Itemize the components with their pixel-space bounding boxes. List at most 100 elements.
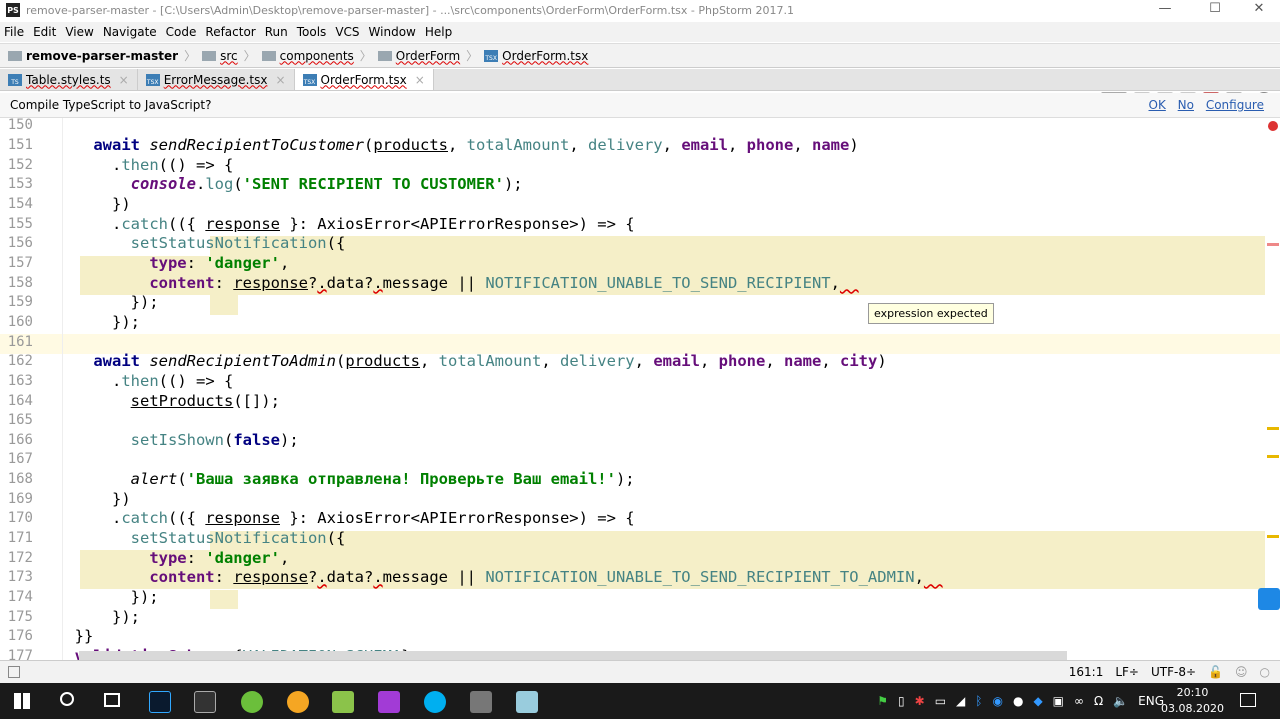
ok-link[interactable]: OK <box>1149 98 1166 112</box>
skype-icon[interactable] <box>424 691 446 713</box>
breadcrumb-project[interactable]: remove-parser-master <box>8 49 178 63</box>
app-icon[interactable] <box>516 691 538 713</box>
tool-windows-icon[interactable] <box>8 666 20 678</box>
menu-help[interactable]: Help <box>425 25 452 39</box>
battery-icon[interactable]: ▭ <box>935 694 946 708</box>
maximize-button[interactable]: ☐ <box>1192 0 1238 20</box>
configure-link[interactable]: Configure <box>1206 98 1264 112</box>
code-line[interactable]: 158 content: response?.data?.message || … <box>0 274 1265 294</box>
code-line[interactable]: 176 }} <box>0 627 1265 647</box>
code-line[interactable]: 160 }); <box>0 313 1265 333</box>
inspector-icon[interactable]: ☺ <box>1235 665 1248 679</box>
app-icon[interactable] <box>470 691 492 713</box>
file-encoding[interactable]: UTF-8÷ <box>1151 665 1196 679</box>
line-separator[interactable]: LF÷ <box>1115 665 1139 679</box>
photoshop-icon[interactable] <box>149 691 171 713</box>
code-line[interactable]: 156 setStatusNotification({ <box>0 234 1265 254</box>
close-button[interactable]: ✕ <box>1236 0 1280 20</box>
close-tab-icon[interactable]: × <box>119 73 129 87</box>
code-line[interactable]: 155 .catch(({ response }: AxiosError<API… <box>0 215 1265 235</box>
tab-order-form[interactable]: TSX OrderForm.tsx × <box>294 69 434 90</box>
code-line[interactable]: 175 }); <box>0 608 1265 628</box>
code-line[interactable]: 159 }); <box>0 293 1265 313</box>
windows-start-icon[interactable] <box>14 693 30 709</box>
link-icon[interactable]: ∞ <box>1074 694 1084 708</box>
code-line[interactable]: 153 console.log('SENT RECIPIENT TO CUSTO… <box>0 175 1265 195</box>
code-token: . <box>0 155 122 174</box>
bluetooth-icon[interactable]: ᛒ <box>975 694 982 708</box>
menu-view[interactable]: View <box>65 25 93 39</box>
code-line[interactable]: 150 <box>0 118 1265 136</box>
menu-refactor[interactable]: Refactor <box>205 25 255 39</box>
code-line[interactable]: 169 }) <box>0 490 1265 510</box>
code-line[interactable]: 174 }); <box>0 588 1265 608</box>
usb-icon[interactable]: ▯ <box>898 694 905 708</box>
code-token: }: AxiosError<APIErrorResponse>) => { <box>279 509 635 528</box>
code-token: , <box>279 253 290 272</box>
menu-window[interactable]: Window <box>369 25 416 39</box>
code-line[interactable]: 171 setStatusNotification({ <box>0 529 1265 549</box>
code-line[interactable]: 161 <box>0 333 1265 353</box>
volume-icon[interactable]: 🔈 <box>1113 694 1128 708</box>
terminal-icon[interactable] <box>194 691 216 713</box>
menu-navigate[interactable]: Navigate <box>103 25 157 39</box>
flag-icon[interactable]: ⚑ <box>877 694 888 708</box>
notifications-icon[interactable] <box>1240 693 1256 707</box>
error-stripe-mark[interactable] <box>1267 243 1279 246</box>
clover-icon[interactable] <box>241 691 263 713</box>
minimize-button[interactable]: — <box>1142 0 1188 20</box>
caret-position[interactable]: 161:1 <box>1069 665 1104 679</box>
teamviewer-tray-icon[interactable]: ◉ <box>992 694 1002 708</box>
menu-edit[interactable]: Edit <box>33 25 56 39</box>
wifi-icon[interactable]: ◢ <box>956 694 965 708</box>
clock[interactable]: 20:10 03.08.2020 <box>1161 685 1224 717</box>
lock-icon[interactable]: 🔓 <box>1208 665 1223 679</box>
close-tab-icon[interactable]: × <box>275 73 285 87</box>
menu-run[interactable]: Run <box>265 25 288 39</box>
event-log-icon[interactable]: ○ <box>1260 665 1270 679</box>
phpstorm-taskbar-icon[interactable] <box>378 691 400 713</box>
code-line[interactable]: 164 setProducts([]); <box>0 392 1265 412</box>
tray-app-icon[interactable]: ▣ <box>1053 694 1064 708</box>
breadcrumb-orderform[interactable]: OrderForm <box>377 49 460 63</box>
code-line[interactable]: 166 setIsShown(false); <box>0 431 1265 451</box>
headphones-icon[interactable]: Ω <box>1094 694 1103 708</box>
horizontal-scrollbar[interactable] <box>79 651 1067 660</box>
error-indicator-icon[interactable] <box>1268 121 1278 131</box>
menu-tools[interactable]: Tools <box>297 25 327 39</box>
menu-file[interactable]: File <box>4 25 24 39</box>
tab-table-styles[interactable]: TS Table.styles.ts × <box>0 69 138 90</box>
close-tab-icon[interactable]: × <box>415 73 425 87</box>
warning-stripe-mark[interactable] <box>1267 535 1279 538</box>
code-line[interactable]: 163 .then(() => { <box>0 372 1265 392</box>
tab-error-message[interactable]: TSX ErrorMessage.tsx × <box>138 69 295 90</box>
teamviewer-icon[interactable] <box>1258 588 1280 610</box>
tray-app-icon[interactable]: ● <box>1013 694 1023 708</box>
code-line[interactable]: 165 <box>0 411 1265 431</box>
warning-stripe-mark[interactable] <box>1267 427 1279 430</box>
menu-vcs[interactable]: VCS <box>335 25 359 39</box>
code-line[interactable]: 152 .then(() => { <box>0 156 1265 176</box>
code-line[interactable]: 172 type: 'danger', <box>0 549 1265 569</box>
tray-app-icon[interactable]: ◆ <box>1033 694 1042 708</box>
code-line[interactable]: 168 alert('Ваша заявка отправлена! Прове… <box>0 470 1265 490</box>
code-line[interactable]: 151 await sendRecipientToCustomer(produc… <box>0 136 1265 156</box>
task-view-icon[interactable] <box>104 693 120 707</box>
breadcrumb-components[interactable]: components <box>261 49 354 63</box>
breadcrumb-file[interactable]: TSX OrderForm.tsx <box>484 49 588 63</box>
code-line[interactable]: 154 }) <box>0 195 1265 215</box>
code-line[interactable]: 173 content: response?.data?.message || … <box>0 568 1265 588</box>
tray-app-icon[interactable]: ✱ <box>915 694 925 708</box>
no-link[interactable]: No <box>1178 98 1194 112</box>
search-icon[interactable] <box>60 692 74 706</box>
code-line[interactable]: 162 await sendRecipientToAdmin(products,… <box>0 352 1265 372</box>
code-line[interactable]: 170 .catch(({ response }: AxiosError<API… <box>0 509 1265 529</box>
breadcrumb-src[interactable]: src <box>202 49 238 63</box>
warning-stripe-mark[interactable] <box>1267 455 1279 458</box>
menu-code[interactable]: Code <box>166 25 197 39</box>
code-line[interactable]: 167 <box>0 450 1265 470</box>
code-editor[interactable]: 150 151 await sendRecipientToCustomer(pro… <box>0 118 1280 660</box>
browser-icon[interactable] <box>287 691 309 713</box>
code-line[interactable]: 157 type: 'danger', <box>0 254 1265 274</box>
notepad-icon[interactable] <box>332 691 354 713</box>
